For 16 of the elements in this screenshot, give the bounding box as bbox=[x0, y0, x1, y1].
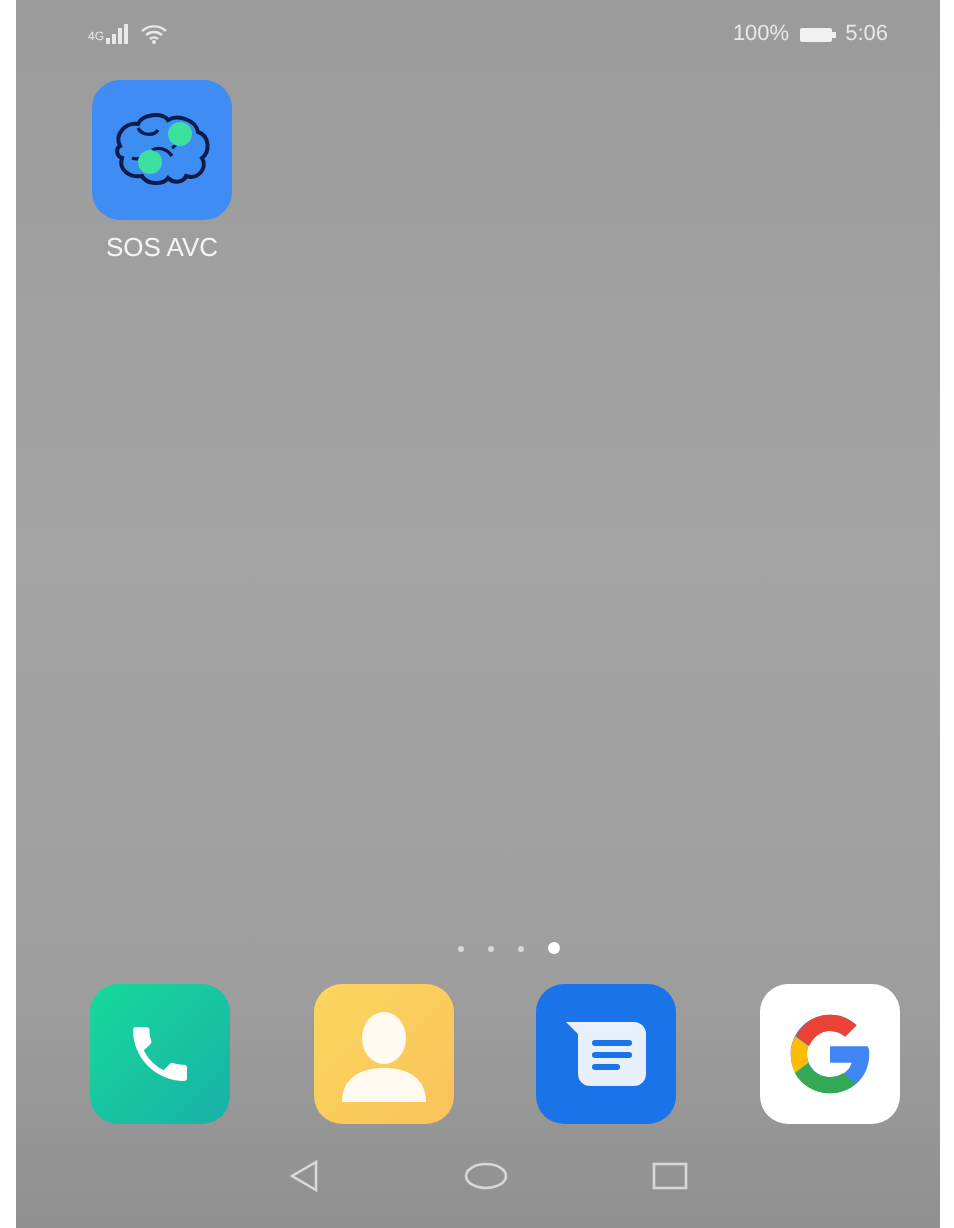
message-icon bbox=[566, 1022, 647, 1086]
contacts-app-icon[interactable] bbox=[313, 984, 454, 1124]
recents-icon[interactable] bbox=[652, 1162, 688, 1190]
battery-icon bbox=[799, 27, 836, 41]
person-icon bbox=[337, 1006, 430, 1102]
app-icon[interactable] bbox=[92, 80, 232, 220]
clock-time: 5:06 bbox=[845, 22, 888, 46]
google-app-icon[interactable] bbox=[759, 984, 900, 1124]
phone-app-icon[interactable] bbox=[90, 984, 230, 1124]
app-label: SOS AVC bbox=[105, 232, 219, 262]
wifi-icon bbox=[140, 24, 169, 44]
home-icon[interactable] bbox=[464, 1162, 508, 1190]
signal-icon bbox=[106, 24, 131, 44]
messages-app-icon[interactable] bbox=[536, 984, 677, 1124]
back-icon[interactable] bbox=[288, 1160, 320, 1192]
battery-percent: 100% bbox=[732, 22, 790, 46]
